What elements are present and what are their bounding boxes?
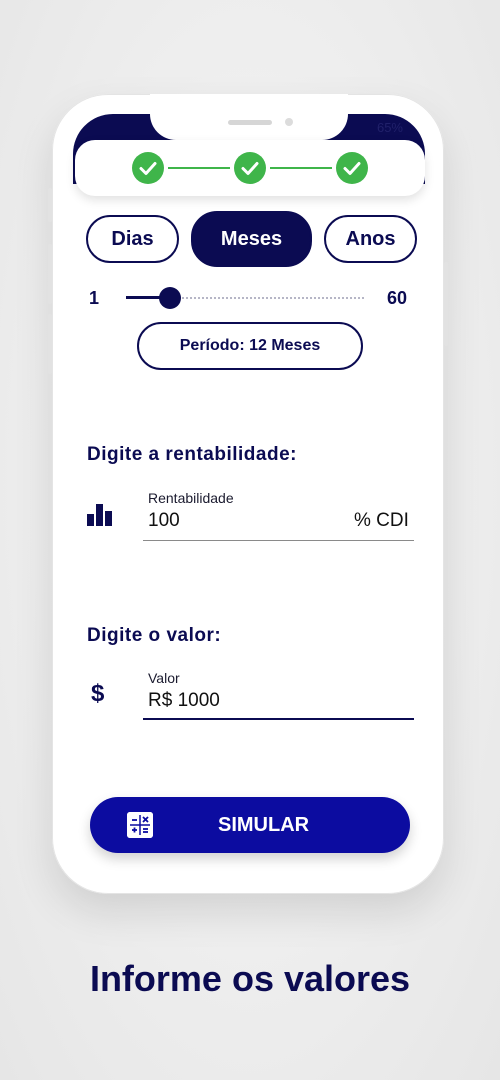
rentabilidade-suffix: % CDI xyxy=(354,510,409,531)
step-2-complete-icon xyxy=(234,152,266,184)
dollar-icon: $ xyxy=(91,680,105,707)
phone-camera xyxy=(285,118,293,126)
phone-speaker xyxy=(228,120,272,125)
rentabilidade-label: Rentabilidade xyxy=(148,490,234,506)
valor-title: Digite o valor: xyxy=(87,625,222,646)
bar-chart-icon xyxy=(87,504,115,526)
tab-dias[interactable]: Dias xyxy=(86,215,179,263)
rentabilidade-title: Digite a rentabilidade: xyxy=(87,444,297,465)
valor-input[interactable]: R$ 1000 xyxy=(148,690,220,712)
valor-label: Valor xyxy=(148,670,180,686)
phone-side-button xyxy=(48,188,52,222)
step-connector xyxy=(168,167,230,169)
marketing-caption: Informe os valores xyxy=(89,958,411,999)
period-slider-thumb[interactable] xyxy=(159,287,181,309)
period-button[interactable]: Período: 12 Meses xyxy=(137,322,363,370)
valor-underline xyxy=(143,718,414,720)
simular-label: SIMULAR xyxy=(218,814,310,836)
step-connector xyxy=(270,167,332,169)
progress-stepper xyxy=(75,140,425,196)
slider-min-label: 1 xyxy=(89,288,100,308)
battery-level: 65% xyxy=(376,120,403,135)
simular-button[interactable]: SIMULAR xyxy=(90,797,410,853)
phone-side-button xyxy=(444,262,448,346)
slider-max-label: 60 xyxy=(387,288,408,308)
step-1-complete-icon xyxy=(132,152,164,184)
calculator-icon xyxy=(127,812,153,838)
phone-notch xyxy=(150,94,348,140)
rentabilidade-underline xyxy=(143,540,414,541)
tab-anos[interactable]: Anos xyxy=(324,215,417,263)
rentabilidade-input[interactable]: 100 xyxy=(148,510,180,532)
phone-side-button xyxy=(48,314,52,374)
tab-meses[interactable]: Meses xyxy=(191,211,312,267)
phone-side-button xyxy=(48,244,52,304)
step-3-complete-icon xyxy=(336,152,368,184)
